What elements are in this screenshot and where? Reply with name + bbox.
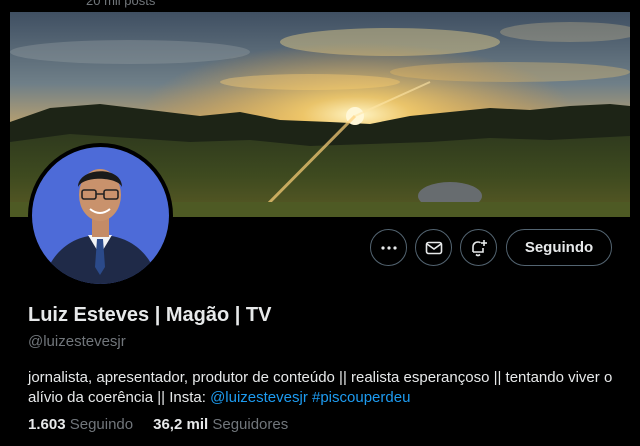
display-name: Luiz Esteves | Magão | TV <box>28 304 272 326</box>
posts-count: 20 mil posts <box>86 0 156 8</box>
following-button[interactable]: Seguindo <box>506 229 612 266</box>
profile-bio: jornalista, apresentador, produtor de co… <box>28 368 618 408</box>
more-icon <box>380 245 397 250</box>
profile-stats: 1.603 Seguindo 36,2 mil Seguidores <box>28 416 288 433</box>
following-stat[interactable]: 1.603 Seguindo <box>28 416 133 433</box>
bio-mention-link[interactable]: @luizestevesjr <box>210 389 308 406</box>
bio-hashtag-link[interactable]: #piscouperdeu <box>312 389 410 406</box>
followers-count: 36,2 mil <box>153 416 209 433</box>
following-count: 1.603 <box>28 416 66 433</box>
bell-plus-icon <box>471 239 487 256</box>
envelope-icon <box>425 241 442 254</box>
top-bar: 20 mil posts <box>0 0 640 12</box>
message-button[interactable] <box>415 229 452 266</box>
notifications-button[interactable] <box>460 229 497 266</box>
following-label: Seguindo <box>69 416 134 433</box>
avatar-image <box>32 147 169 284</box>
more-button[interactable] <box>370 229 407 266</box>
followers-stat[interactable]: 36,2 mil Seguidores <box>153 416 288 433</box>
followers-label: Seguidores <box>212 416 289 433</box>
profile-avatar[interactable] <box>28 143 173 288</box>
user-handle: @luizestevesjr <box>28 333 126 350</box>
